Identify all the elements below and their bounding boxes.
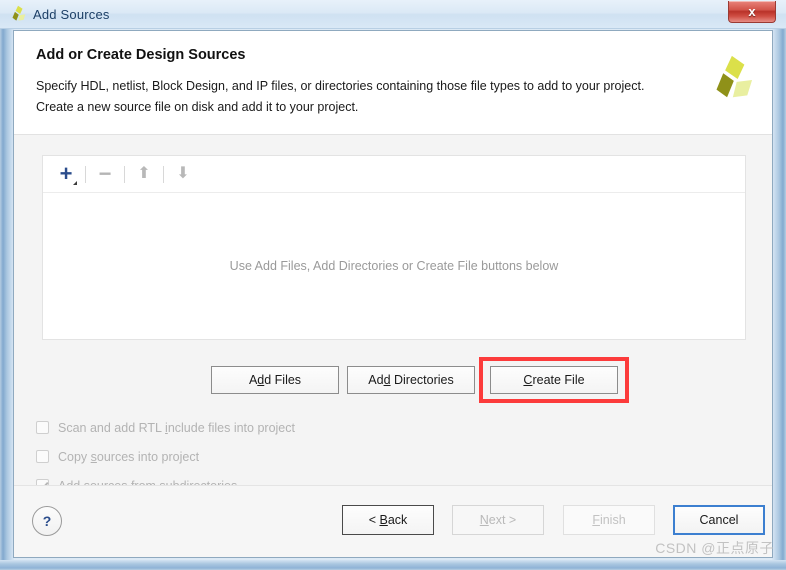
empty-list-message: Use Add Files, Add Directories or Create… bbox=[229, 259, 559, 273]
finish-button: Finish bbox=[563, 505, 655, 535]
cancel-button[interactable]: Cancel bbox=[673, 505, 765, 535]
header-description-line2: Create a new source file on disk and add… bbox=[36, 100, 359, 114]
source-file-list-panel: + − ⬆ ⬇ Use Add Files, Add Directories o… bbox=[42, 155, 746, 340]
watermark: CSDN @正点原子 bbox=[655, 540, 774, 556]
window-title: Add Sources bbox=[33, 6, 110, 22]
add-files-label: Add Files bbox=[248, 373, 302, 387]
add-source-button[interactable]: + bbox=[53, 162, 79, 186]
cancel-label: Cancel bbox=[699, 513, 739, 527]
option-scan-rtl-include[interactable]: Scan and add RTL include files into proj… bbox=[36, 413, 456, 442]
help-icon[interactable]: ? bbox=[32, 506, 62, 536]
option-label: Copy sources into project bbox=[58, 449, 200, 464]
arrow-down-icon: ⬇ bbox=[176, 165, 190, 182]
page-title: Add or Create Design Sources bbox=[36, 47, 246, 63]
move-up-button[interactable]: ⬆ bbox=[131, 162, 157, 186]
list-toolbar: + − ⬆ ⬇ bbox=[43, 156, 745, 193]
action-button-row: Add Files Add Directories Create File bbox=[42, 357, 746, 403]
window-frame-right bbox=[772, 0, 786, 570]
arrow-up-icon: ⬆ bbox=[137, 165, 151, 182]
checkbox[interactable] bbox=[36, 421, 49, 434]
header-description-line1: Specify HDL, netlist, Block Design, and … bbox=[36, 79, 645, 93]
plus-icon: + bbox=[59, 161, 78, 186]
add-directories-label: Add Directories bbox=[368, 373, 454, 387]
remove-source-button[interactable]: − bbox=[92, 162, 118, 186]
checkbox[interactable] bbox=[36, 450, 49, 463]
option-label: Scan and add RTL include files into proj… bbox=[58, 420, 295, 435]
add-directories-button[interactable]: Add Directories bbox=[347, 366, 475, 394]
next-label: Next > bbox=[479, 513, 517, 527]
dialog-body: + − ⬆ ⬇ Use Add Files, Add Directories o… bbox=[14, 135, 772, 557]
option-copy-sources[interactable]: Copy sources into project bbox=[36, 442, 456, 471]
back-button[interactable]: < Back bbox=[342, 505, 434, 535]
close-icon[interactable]: x bbox=[728, 1, 776, 23]
create-file-button[interactable]: Create File bbox=[490, 366, 618, 394]
dialog-content: Add or Create Design Sources Specify HDL… bbox=[13, 30, 773, 558]
xilinx-logo-icon bbox=[704, 53, 754, 105]
minus-icon: − bbox=[98, 161, 112, 186]
toolbar-separator bbox=[85, 165, 86, 183]
title-bar: Add Sources x bbox=[0, 0, 786, 29]
next-button: Next > bbox=[452, 505, 544, 535]
create-file-label: Create File bbox=[523, 373, 585, 387]
toolbar-separator bbox=[163, 165, 164, 183]
window-frame-left bbox=[0, 0, 14, 570]
toolbar-separator bbox=[124, 165, 125, 183]
back-label: < Back bbox=[368, 513, 408, 527]
add-files-button[interactable]: Add Files bbox=[211, 366, 339, 394]
dialog-window: Add Sources x Add or Create Design Sourc… bbox=[0, 0, 786, 570]
window-frame-bottom bbox=[0, 560, 786, 570]
dialog-header: Add or Create Design Sources Specify HDL… bbox=[14, 31, 772, 135]
finish-label: Finish bbox=[592, 513, 626, 527]
xilinx-logo-icon bbox=[8, 5, 26, 23]
move-down-button[interactable]: ⬇ bbox=[170, 162, 196, 186]
